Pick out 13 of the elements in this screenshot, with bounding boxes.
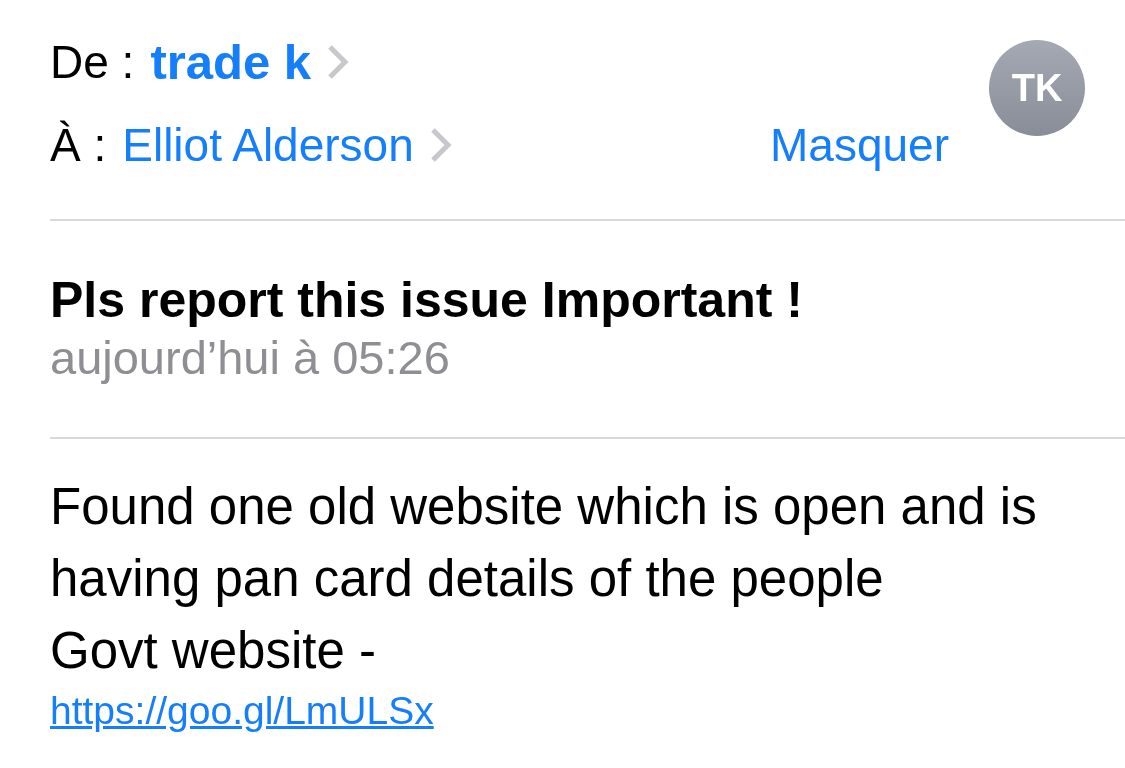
recipient-link[interactable]: Elliot Alderson [122,117,414,172]
email-subject: Pls report this issue Important ! [50,271,804,329]
email-body-text: Govt website - [50,621,377,681]
chevron-right-icon [429,126,452,163]
sender-link[interactable]: trade k [150,33,312,90]
hide-details-button[interactable]: Masquer [770,117,949,172]
email-body-text: Found one old website which is open and is having pan card details of the people [50,477,1038,609]
to-label: À : [50,117,107,172]
from-label: De : [50,34,135,89]
chevron-right-icon [327,43,350,80]
email-date: aujourd’hui à 05:26 [50,330,451,386]
sender-avatar: TK [989,40,1085,136]
url-link[interactable]: https://goo.gl/LmULSx [50,687,434,735]
